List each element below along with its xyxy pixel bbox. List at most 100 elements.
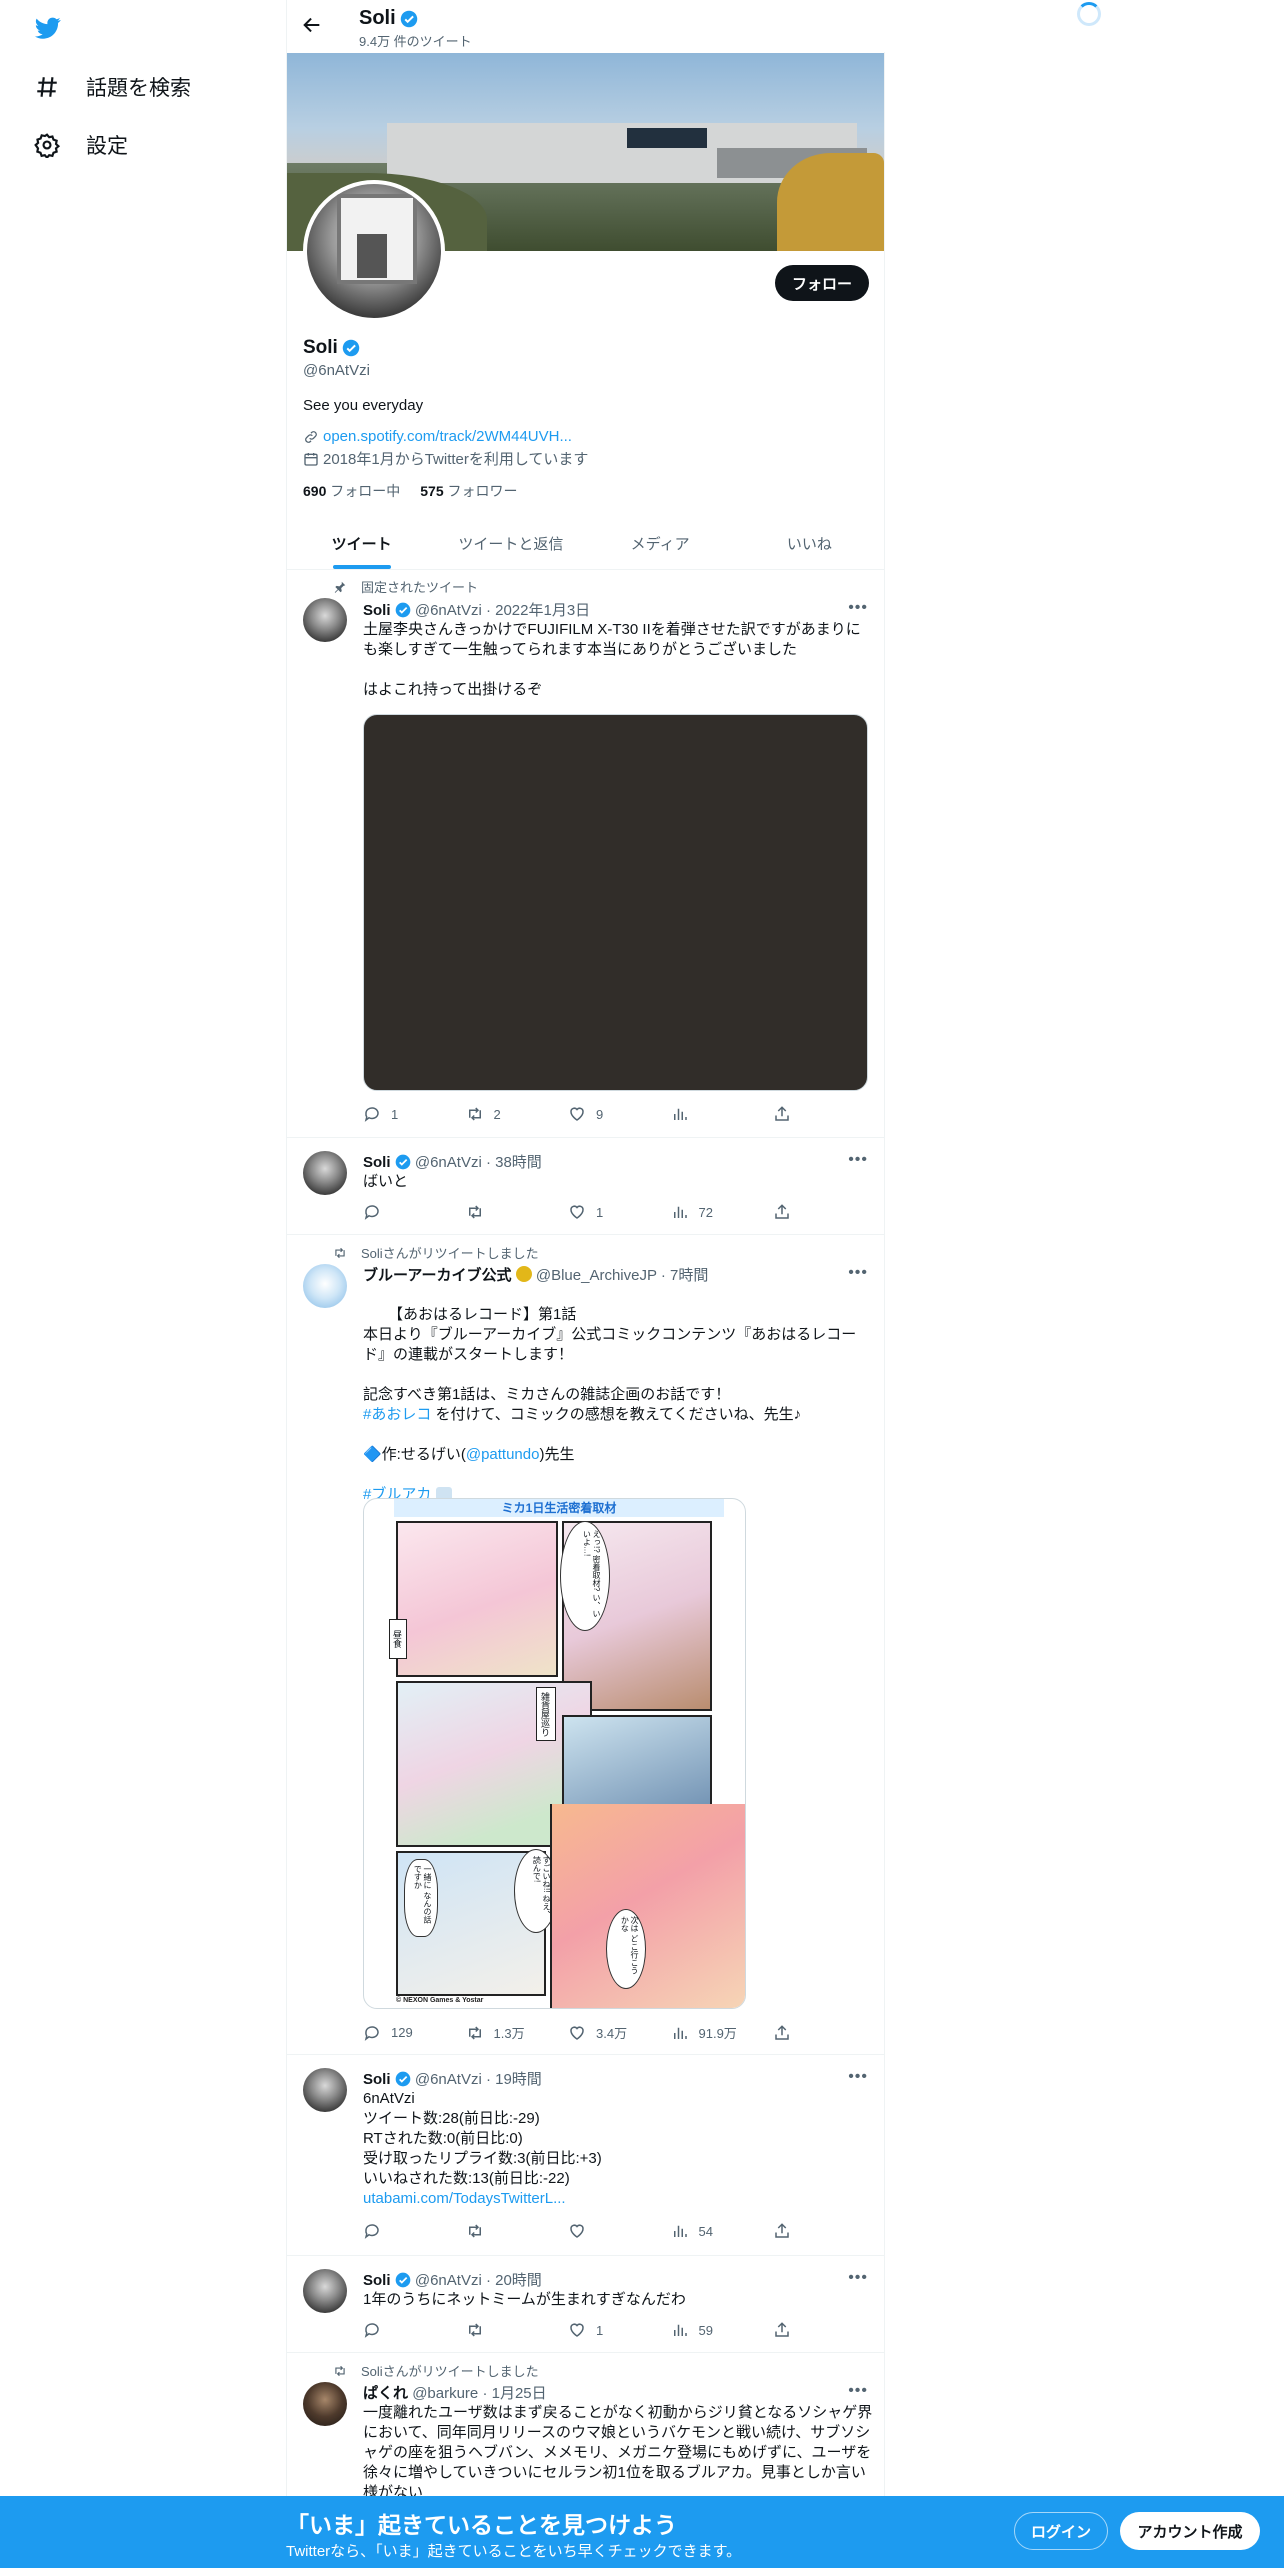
tweet-author-name[interactable]: Soli [363, 602, 391, 619]
tweet-author-name[interactable]: Soli [363, 2272, 391, 2289]
tweet-context-label: Soliさんがリツイートしました [361, 1246, 539, 1261]
tweet-author-name[interactable]: Soli [363, 1154, 391, 1171]
tweet-context-label: 固定されたツイート [361, 580, 479, 595]
retweet-icon [468, 2025, 481, 2040]
tweet-time[interactable]: 1月25日 [492, 2385, 547, 2402]
tab-media[interactable]: メディア [586, 517, 735, 569]
share-button[interactable] [773, 1105, 793, 1123]
reply-button[interactable] [363, 1203, 433, 1221]
retweet-button[interactable] [466, 1203, 536, 1221]
views-button[interactable]: 72 [671, 1203, 741, 1221]
reply-button[interactable]: 129 [363, 2023, 433, 2042]
tweet-time[interactable]: 38時間 [495, 1154, 542, 1171]
follow-button[interactable]: フォロー [775, 265, 869, 301]
following-link[interactable]: 690 フォロー中 [303, 481, 400, 501]
sidebar-item-settings[interactable]: 設定 [34, 130, 128, 160]
more-options-icon[interactable]: ••• [848, 2269, 868, 2287]
like-button[interactable]: 1 [568, 2321, 638, 2339]
tweet[interactable]: Soli @6nAtVzi · 20時間 ••• 1年のうちにネットミームが生ま… [287, 2257, 884, 2353]
tweet-author-name[interactable]: Soli [363, 2071, 391, 2088]
retweet-icon [468, 1205, 481, 1219]
tweet-media-image[interactable] [363, 714, 868, 1091]
profile-link[interactable]: open.spotify.com/track/2WM44UVH... [323, 428, 572, 445]
retweet-button[interactable]: 2 [466, 1105, 536, 1123]
tweet[interactable]: Soli @6nAtVzi · 38時間 ••• ばいと 1 72 [287, 1139, 884, 1235]
tweet-author-handle[interactable]: @6nAtVzi [415, 1154, 482, 1171]
tweet-context-label: Soliさんがリツイートしました [361, 2364, 539, 2379]
tweet-media-comic[interactable]: ミカ1日生活密着取材 えっ!? 密着取材? い、いいよ…! 昼食 雑貨屋巡り 一… [363, 1498, 746, 2009]
header-name: Soli [359, 7, 396, 29]
like-button[interactable]: 3.4万 [568, 2023, 638, 2042]
retweet-button[interactable] [466, 2321, 536, 2339]
like-button[interactable] [568, 2222, 638, 2240]
share-button[interactable] [773, 2023, 793, 2042]
tweet-author-name[interactable]: ブルーアーカイブ公式 [363, 1267, 512, 1284]
avatar[interactable] [303, 2068, 347, 2112]
hashtag-link[interactable]: #あおレコ [363, 1406, 431, 1423]
avatar[interactable] [303, 1264, 347, 1308]
share-button[interactable] [773, 2222, 793, 2240]
tweet-time[interactable]: 2022年1月3日 [495, 602, 590, 619]
more-options-icon[interactable]: ••• [848, 2068, 868, 2086]
sidebar-item-label: 設定 [86, 135, 128, 158]
more-options-icon[interactable]: ••• [848, 2382, 868, 2400]
views-icon [673, 2324, 687, 2336]
retweet-button[interactable] [466, 2222, 536, 2240]
tweet[interactable]: Soli @6nAtVzi · 19時間 ••• 6nAtVzi ツイート数:2… [287, 2056, 884, 2256]
profile-name: Soli [303, 337, 338, 358]
tweet-author-name[interactable]: ぱくれ [363, 2385, 408, 2402]
tweet-time[interactable]: 20時間 [495, 2272, 542, 2289]
signup-button[interactable]: アカウント作成 [1120, 2512, 1260, 2550]
calendar-icon [304, 452, 318, 466]
tweet-retweet[interactable]: Soliさんがリツイートしました ブルーアーカイブ公式 @Blue_Archiv… [287, 1236, 884, 2055]
like-button[interactable]: 9 [568, 1105, 638, 1123]
share-button[interactable] [773, 2321, 793, 2339]
tweet-context: 固定されたツイート [333, 577, 478, 596]
more-options-icon[interactable]: ••• [848, 1264, 868, 1282]
avatar[interactable] [303, 2382, 347, 2426]
avatar[interactable] [303, 598, 347, 642]
tweet-time[interactable]: 7時間 [670, 1267, 708, 1284]
login-button[interactable]: ログイン [1014, 2512, 1108, 2550]
retweet-button[interactable]: 1.3万 [466, 2023, 536, 2042]
tweet-author-handle[interactable]: @6nAtVzi [415, 2071, 482, 2088]
views-button[interactable] [671, 1105, 741, 1123]
share-button[interactable] [773, 1203, 793, 1221]
views-button[interactable]: 59 [671, 2321, 741, 2339]
tweet-author-handle[interactable]: @6nAtVzi [415, 602, 482, 619]
retweet-icon [468, 1107, 481, 1121]
twitter-logo-icon[interactable] [33, 15, 63, 41]
avatar[interactable] [303, 1151, 347, 1195]
tab-tweets-and-replies[interactable]: ツイートと返信 [436, 517, 585, 569]
like-button[interactable]: 1 [568, 1203, 638, 1221]
views-button[interactable]: 91.9万 [671, 2023, 741, 2042]
like-count: 9 [596, 1106, 604, 1122]
heart-icon [570, 2224, 584, 2238]
avatar[interactable] [303, 2269, 347, 2313]
sidebar-item-explore[interactable]: 話題を検索 [34, 72, 191, 102]
tweet-pinned[interactable]: 固定されたツイート Soli @6nAtVzi · 2022年1月3日 ••• … [287, 571, 884, 1138]
tweet-retweet[interactable]: Soliさんがリツイートしました ぱくれ @barkure · 1月25日 ••… [287, 2354, 884, 2504]
heart-icon [570, 1107, 584, 1121]
views-button[interactable]: 54 [671, 2222, 741, 2240]
tweet-time[interactable]: 19時間 [495, 2071, 542, 2088]
more-options-icon[interactable]: ••• [848, 1151, 868, 1169]
reply-icon [364, 1107, 379, 1122]
tab-likes[interactable]: いいね [735, 517, 884, 569]
tab-tweets[interactable]: ツイート [287, 517, 436, 569]
retweet-icon [468, 2224, 481, 2238]
mention-link[interactable]: @pattundo [466, 1446, 540, 1463]
reply-button[interactable]: 1 [363, 1105, 433, 1123]
more-options-icon[interactable]: ••• [848, 599, 868, 617]
tweet-author-handle[interactable]: @Blue_ArchiveJP [536, 1267, 657, 1284]
back-arrow-icon[interactable] [301, 14, 323, 36]
reply-button[interactable] [363, 2321, 433, 2339]
tweet-link[interactable]: utabami.com/TodaysTwitterL... [363, 2189, 873, 2209]
reply-button[interactable] [363, 2222, 433, 2240]
followers-link[interactable]: 575 フォロワー [420, 481, 517, 501]
tweet-author-handle[interactable]: @barkure [412, 2385, 478, 2402]
profile-avatar[interactable] [303, 180, 445, 322]
profile-joined: 2018年1月からTwitterを利用しています [323, 451, 589, 468]
tweet-author-handle[interactable]: @6nAtVzi [415, 2272, 482, 2289]
tweet-text: 一度離れたユーザ数はまず戻ることがなく初動からジリ貧となるソシャゲ界において、同… [363, 2404, 873, 2501]
